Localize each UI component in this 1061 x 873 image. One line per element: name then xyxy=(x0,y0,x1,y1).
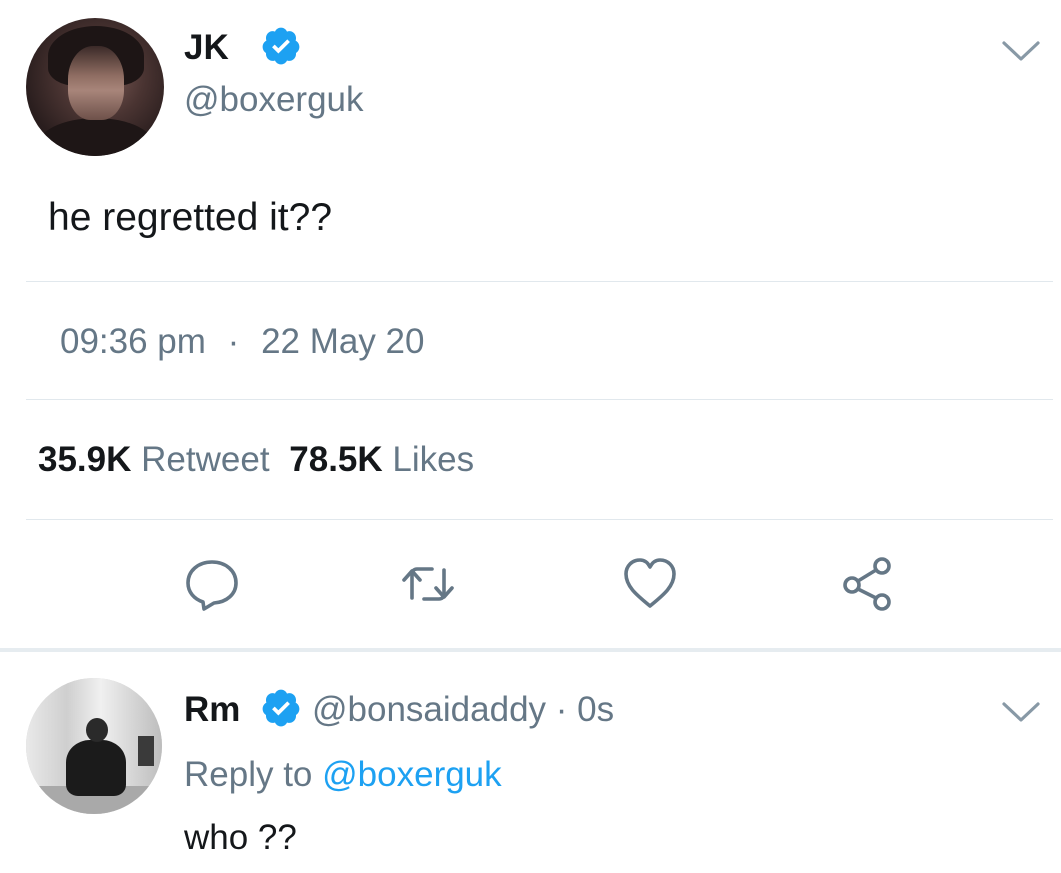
reply-button[interactable] xyxy=(182,554,242,614)
like-label: Likes xyxy=(392,440,475,479)
verified-badge-icon xyxy=(260,25,302,67)
reply-text: who ?? xyxy=(184,818,297,857)
tweet-time: 09:36 pm xyxy=(60,322,206,361)
chevron-down-icon[interactable] xyxy=(1000,697,1042,727)
retweet-label: Retweet xyxy=(141,440,270,479)
chevron-down-icon[interactable] xyxy=(1000,36,1042,66)
timestamp-separator: · xyxy=(227,322,240,361)
reply-to-handle-link[interactable]: @boxerguk xyxy=(322,755,502,794)
tweet-date: 22 May 20 xyxy=(261,322,425,361)
reply-author-name[interactable]: Rm xyxy=(184,690,240,730)
author-avatar[interactable] xyxy=(26,18,164,156)
reply-author-handle-time[interactable]: @bonsaidaddy · 0s xyxy=(312,690,614,730)
reply-icon xyxy=(186,560,238,611)
thread-separator xyxy=(0,648,1061,652)
like-count: 78.5K xyxy=(289,440,383,479)
reply-author-avatar[interactable] xyxy=(26,678,162,814)
like-button[interactable] xyxy=(620,554,680,614)
tweet-text: he regretted it?? xyxy=(48,196,333,239)
divider xyxy=(26,519,1053,520)
retweet-count: 35.9K xyxy=(38,440,132,479)
likes-stat[interactable]: 78.5K Likes xyxy=(289,440,474,479)
retweets-stat[interactable]: 35.9K Retweet xyxy=(38,440,279,479)
tweet-stats: 35.9K Retweet 78.5K Likes xyxy=(38,440,474,480)
retweet-icon xyxy=(402,567,454,601)
share-button[interactable] xyxy=(838,554,898,614)
heart-icon xyxy=(624,558,676,608)
divider xyxy=(26,281,1053,282)
reply-to-label: Reply to xyxy=(184,755,313,794)
author-handle[interactable]: @boxerguk xyxy=(184,80,364,120)
retweet-button[interactable] xyxy=(398,554,458,614)
verified-badge-icon xyxy=(260,687,302,729)
reply-to-line: Reply to @boxerguk xyxy=(184,755,502,795)
author-name[interactable]: JK xyxy=(184,28,229,68)
share-icon xyxy=(843,557,891,611)
divider xyxy=(26,399,1053,400)
tweet-timestamp[interactable]: 09:36 pm · 22 May 20 xyxy=(60,322,425,362)
